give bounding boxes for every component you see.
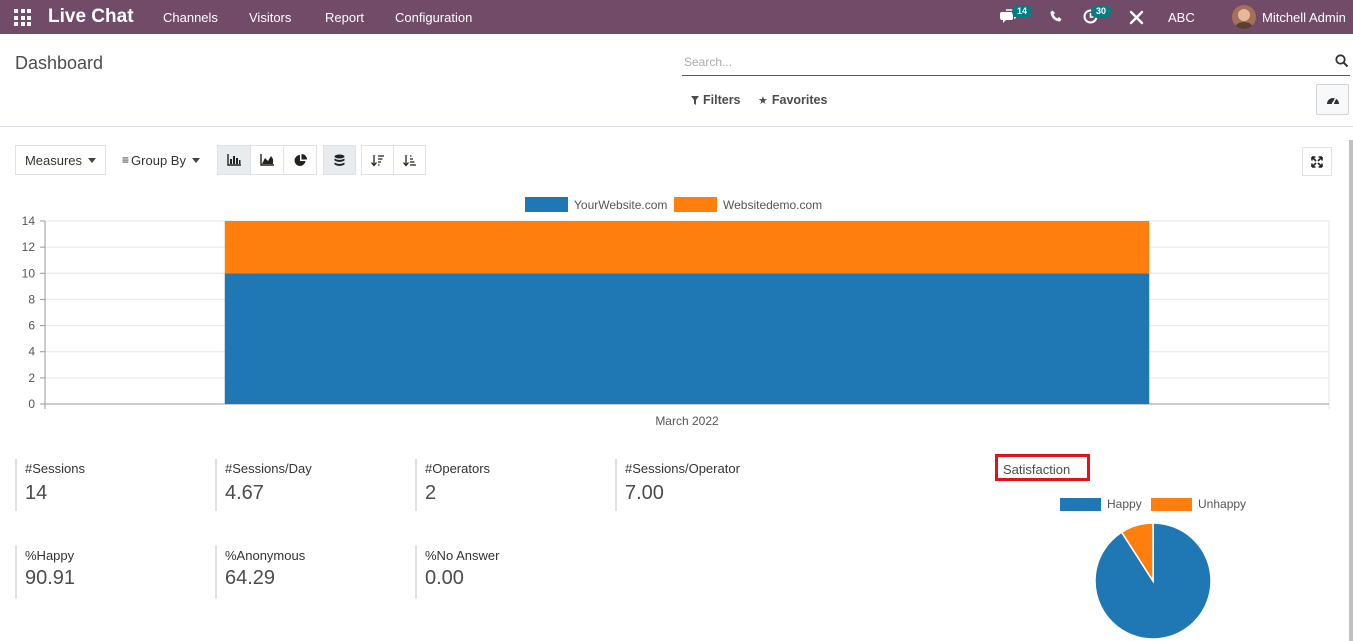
y-tick-label: 0 (28, 397, 35, 411)
y-tick-label: 10 (22, 266, 36, 280)
page-title: Dashboard (15, 53, 104, 73)
user-menu[interactable]: Mitchell Admin (1262, 10, 1346, 25)
menu-report[interactable]: Report (325, 10, 364, 25)
kpi-label: %Anonymous (225, 548, 306, 563)
user-avatar[interactable] (1232, 5, 1256, 29)
expand-icon (1311, 155, 1323, 168)
y-tick-label: 6 (28, 319, 35, 333)
kpi-label: #Sessions/Day (225, 461, 312, 476)
fullscreen-button[interactable] (1302, 147, 1332, 176)
favorites-button[interactable]: ★ Favorites (758, 93, 827, 107)
kpi-label: %No Answer (425, 548, 500, 563)
dashboard-gauge-icon (1326, 98, 1339, 105)
satisfaction-title: Satisfaction (995, 454, 1090, 481)
filters-label: Filters (703, 93, 741, 107)
menu-configuration[interactable]: Configuration (395, 10, 472, 25)
sort-descending-button[interactable] (361, 145, 394, 175)
filters-button[interactable]: Filters (691, 93, 741, 107)
bar-segment[interactable] (224, 273, 1150, 404)
activities-count-badge: 30 (1091, 5, 1112, 18)
kpi-value: 64.29 (225, 567, 276, 589)
kpi-value: 0.00 (425, 567, 464, 589)
caret-down-icon (191, 157, 200, 163)
legend-swatch (1151, 497, 1192, 511)
legend-item-unhappy[interactable]: Unhappy (1151, 497, 1246, 511)
measures-label: Measures (24, 152, 83, 168)
tools-icon (1129, 10, 1144, 25)
kpi-sessions-per-day: #Sessions/Day 4.67 (215, 459, 405, 511)
kpi-no-answer: %No Answer 0.00 (415, 546, 605, 598)
kpi-anonymous: %Anonymous 64.29 (215, 546, 405, 598)
line-chart-icon (260, 154, 274, 166)
sort-descending-icon (371, 154, 384, 167)
scrollbar[interactable] (1349, 140, 1353, 641)
kpi-value: 7.00 (625, 482, 664, 504)
kpi-label: #Sessions/Operator (625, 461, 740, 476)
kpi-operators: #Operators 2 (415, 459, 605, 511)
kpi-value: 90.91 (25, 567, 76, 589)
menu-channels[interactable]: Channels (163, 10, 218, 25)
y-tick-label: 12 (22, 240, 36, 254)
sessions-bar-chart: YourWebsite.com Websitedemo.com 0 2 4 6 8 10 1… (0, 190, 1353, 435)
phone-icon (1050, 10, 1062, 22)
favorites-label: Favorites (771, 93, 828, 107)
y-tick-label: 8 (28, 292, 35, 306)
control-panel: Dashboard Filters ★ Favorites (0, 40, 1353, 127)
kpi-label: %Happy (25, 548, 75, 563)
legend-label: Happy (1107, 497, 1142, 511)
satisfaction-pie-chart (1094, 522, 1212, 640)
y-tick-label: 2 (28, 371, 35, 385)
caret-down-icon (88, 157, 97, 163)
menu-visitors[interactable]: Visitors (249, 10, 291, 25)
bar-chart-icon (227, 154, 241, 166)
stacked-icon (334, 154, 345, 166)
filter-icon (691, 95, 699, 105)
search-bar (682, 50, 1350, 76)
y-tick-label: 14 (22, 214, 36, 228)
group-by-dropdown[interactable]: ≡ Group By (113, 145, 209, 175)
y-tick-label: 4 (28, 345, 35, 359)
kpi-sessions-per-operator: #Sessions/Operator 7.00 (615, 459, 805, 511)
kpi-value: 4.67 (225, 482, 264, 504)
dashboard-view-button[interactable] (1316, 84, 1349, 115)
legend-swatch (1060, 497, 1101, 511)
pie-chart-icon (294, 153, 307, 166)
bar-segment[interactable] (224, 221, 1150, 274)
bar-chart-plot: 0 2 4 6 8 10 12 14 March 2022 (22, 214, 1330, 428)
legend-label: Unhappy (1198, 497, 1247, 511)
measures-dropdown[interactable]: Measures (15, 145, 106, 175)
line-chart-button[interactable] (250, 145, 284, 175)
top-navbar: Live Chat Channels Visitors Report Confi… (0, 0, 1353, 34)
legend-item-happy[interactable]: Happy (1060, 497, 1142, 511)
apps-menu-icon[interactable] (14, 9, 31, 26)
kpi-value: 2 (425, 482, 437, 504)
search-icon[interactable] (1335, 54, 1349, 68)
messages-count-badge: 14 (1012, 5, 1033, 18)
kpi-value: 14 (25, 482, 48, 504)
kpi-label: #Operators (425, 461, 491, 476)
stacked-toggle-button[interactable] (323, 145, 356, 175)
group-by-label: Group By (131, 152, 186, 168)
list-icon: ≡ (122, 153, 130, 167)
kpi-happy: %Happy 90.91 (15, 546, 205, 598)
sort-ascending-icon (403, 154, 416, 167)
pie-chart-button[interactable] (283, 145, 317, 175)
company-switcher[interactable]: ABC (1168, 10, 1195, 28)
tools-button[interactable] (1129, 10, 1144, 28)
app-title[interactable]: Live Chat (48, 6, 134, 28)
search-input[interactable] (682, 50, 1322, 74)
x-tick-label: March 2022 (655, 414, 719, 428)
bar-chart-button[interactable] (217, 145, 251, 175)
star-icon: ★ (758, 94, 768, 107)
sort-ascending-button[interactable] (393, 145, 426, 175)
phone-button[interactable] (1050, 10, 1063, 28)
kpi-sessions: #Sessions 14 (15, 459, 205, 511)
kpi-label: #Sessions (25, 461, 85, 476)
